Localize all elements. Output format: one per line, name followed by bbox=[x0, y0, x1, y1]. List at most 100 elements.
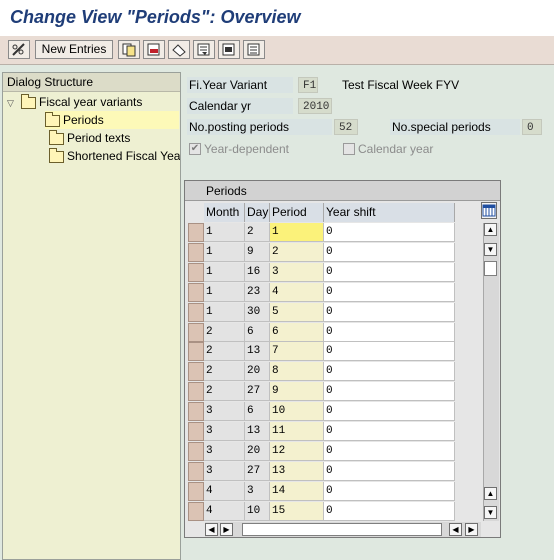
select-all-button[interactable] bbox=[193, 40, 215, 59]
cell-period[interactable]: 14 bbox=[270, 482, 324, 501]
display-change-button[interactable] bbox=[8, 40, 30, 59]
cell-year-shift[interactable]: 0 bbox=[324, 482, 455, 501]
open-folder-icon bbox=[45, 111, 60, 127]
new-entries-button[interactable]: New Entries bbox=[35, 40, 113, 59]
row-selector[interactable] bbox=[188, 263, 204, 282]
cell-period[interactable]: 11 bbox=[270, 422, 324, 441]
cell-year-shift[interactable]: 0 bbox=[324, 243, 455, 262]
cell-year-shift[interactable]: 0 bbox=[324, 502, 455, 521]
scroll-left-icon[interactable]: ◀ bbox=[205, 523, 218, 536]
fy-variant-field[interactable]: F1 bbox=[298, 77, 318, 93]
delete-button[interactable] bbox=[143, 40, 165, 59]
scroll-first-icon[interactable]: ◀ bbox=[449, 523, 462, 536]
calendar-year-label: Calendar year bbox=[358, 142, 434, 156]
deselect-all-icon bbox=[247, 43, 260, 56]
cell-period[interactable]: 4 bbox=[270, 283, 324, 302]
periods-table: Periods Month Day Period Year shift 1210… bbox=[184, 180, 501, 538]
copy-button[interactable] bbox=[118, 40, 140, 59]
row-selector[interactable] bbox=[188, 342, 204, 361]
row-selector[interactable] bbox=[188, 223, 204, 242]
posting-periods-field[interactable]: 52 bbox=[334, 119, 358, 135]
table-title: Periods bbox=[185, 181, 500, 201]
row-selector[interactable] bbox=[188, 402, 204, 421]
page-title: Change View "Periods": Overview bbox=[10, 7, 301, 27]
horizontal-scrollbar[interactable]: ◀ ▶ ◀ ▶ bbox=[205, 522, 481, 537]
cell-period[interactable]: 5 bbox=[270, 303, 324, 322]
cell-year-shift[interactable]: 0 bbox=[324, 402, 455, 421]
cell-year-shift[interactable]: 0 bbox=[324, 382, 455, 401]
delete-icon bbox=[147, 43, 160, 56]
tree-item-periods[interactable]: Periods bbox=[45, 111, 179, 129]
cell-year-shift[interactable]: 0 bbox=[324, 462, 455, 481]
scroll-page-down-icon[interactable]: ▼ bbox=[484, 506, 497, 519]
cell-period[interactable]: 13 bbox=[270, 462, 324, 481]
deselect-all-button[interactable] bbox=[243, 40, 265, 59]
cell-period[interactable]: 7 bbox=[270, 342, 324, 361]
cell-year-shift[interactable]: 0 bbox=[324, 283, 455, 302]
column-header-period[interactable]: Period bbox=[270, 203, 324, 222]
cell-year-shift[interactable]: 0 bbox=[324, 323, 455, 342]
vertical-scrollbar[interactable]: ▲ ▼ ▲ ▼ bbox=[483, 223, 499, 521]
cell-year-shift[interactable]: 0 bbox=[324, 442, 455, 461]
scroll-page-up-icon[interactable]: ▲ bbox=[484, 487, 497, 500]
scroll-up-icon[interactable]: ▲ bbox=[484, 223, 497, 236]
row-selector[interactable] bbox=[188, 442, 204, 461]
year-dependent-checkbox[interactable]: ✔ bbox=[189, 143, 201, 155]
column-header-year-shift[interactable]: Year shift bbox=[324, 203, 455, 222]
cell-period[interactable]: 15 bbox=[270, 502, 324, 521]
row-selector[interactable] bbox=[188, 502, 204, 521]
cell-period[interactable]: 12 bbox=[270, 442, 324, 461]
cell-year-shift[interactable]: 0 bbox=[324, 362, 455, 381]
table-settings-icon bbox=[482, 204, 496, 217]
tree-item-label: Shortened Fiscal Yea bbox=[67, 149, 181, 163]
cell-year-shift[interactable]: 0 bbox=[324, 223, 455, 242]
tree-item-shortened-fiscal-years[interactable]: Shortened Fiscal Yea bbox=[49, 147, 180, 165]
cell-month: 2 bbox=[204, 323, 245, 342]
horizontal-scroll-thumb[interactable] bbox=[242, 523, 442, 536]
scroll-thumb[interactable] bbox=[484, 261, 497, 276]
cell-month: 4 bbox=[204, 482, 245, 501]
cell-day: 10 bbox=[245, 502, 270, 521]
cell-day: 6 bbox=[245, 323, 270, 342]
row-selector[interactable] bbox=[188, 303, 204, 322]
cell-period[interactable]: 3 bbox=[270, 263, 324, 282]
cell-year-shift[interactable]: 0 bbox=[324, 342, 455, 361]
cell-year-shift[interactable]: 0 bbox=[324, 303, 455, 322]
scroll-down-icon[interactable]: ▼ bbox=[484, 243, 497, 256]
cell-year-shift[interactable]: 0 bbox=[324, 263, 455, 282]
column-header-day[interactable]: Day bbox=[245, 203, 270, 222]
table-settings-button[interactable] bbox=[481, 202, 497, 219]
tree-item-period-texts[interactable]: Period texts bbox=[49, 129, 130, 147]
row-selector[interactable] bbox=[188, 323, 204, 342]
scroll-right-icon[interactable]: ▶ bbox=[220, 523, 233, 536]
row-selector[interactable] bbox=[188, 422, 204, 441]
tree-item-label: Periods bbox=[63, 113, 104, 127]
copy-icon bbox=[122, 43, 136, 57]
special-periods-field[interactable]: 0 bbox=[522, 119, 542, 135]
scroll-last-icon[interactable]: ▶ bbox=[465, 523, 478, 536]
cell-period[interactable]: 6 bbox=[270, 323, 324, 342]
row-selector[interactable] bbox=[188, 482, 204, 501]
column-header-month[interactable]: Month bbox=[204, 203, 245, 222]
row-selector[interactable] bbox=[188, 243, 204, 262]
cell-month: 1 bbox=[204, 243, 245, 262]
cell-period[interactable]: 1 bbox=[270, 223, 324, 242]
tree-item-fiscal-year-variants[interactable]: ▽ Fiscal year variants bbox=[7, 93, 142, 111]
cell-period[interactable]: 8 bbox=[270, 362, 324, 381]
cell-period[interactable]: 10 bbox=[270, 402, 324, 421]
row-selector[interactable] bbox=[188, 462, 204, 481]
row-selector[interactable] bbox=[188, 362, 204, 381]
select-block-button[interactable] bbox=[218, 40, 240, 59]
expand-triangle-icon[interactable]: ▽ bbox=[7, 94, 21, 112]
fy-variant-description: Test Fiscal Week FYV bbox=[342, 78, 460, 92]
fy-variant-label: Fi.Year Variant bbox=[187, 77, 293, 93]
calendar-yr-field[interactable]: 2010 bbox=[298, 98, 332, 114]
cell-period[interactable]: 9 bbox=[270, 382, 324, 401]
cell-period[interactable]: 2 bbox=[270, 243, 324, 262]
calendar-year-checkbox[interactable] bbox=[343, 143, 355, 155]
row-selector[interactable] bbox=[188, 382, 204, 401]
cell-month: 3 bbox=[204, 422, 245, 441]
row-selector[interactable] bbox=[188, 283, 204, 302]
cell-year-shift[interactable]: 0 bbox=[324, 422, 455, 441]
undo-button[interactable] bbox=[168, 40, 190, 59]
